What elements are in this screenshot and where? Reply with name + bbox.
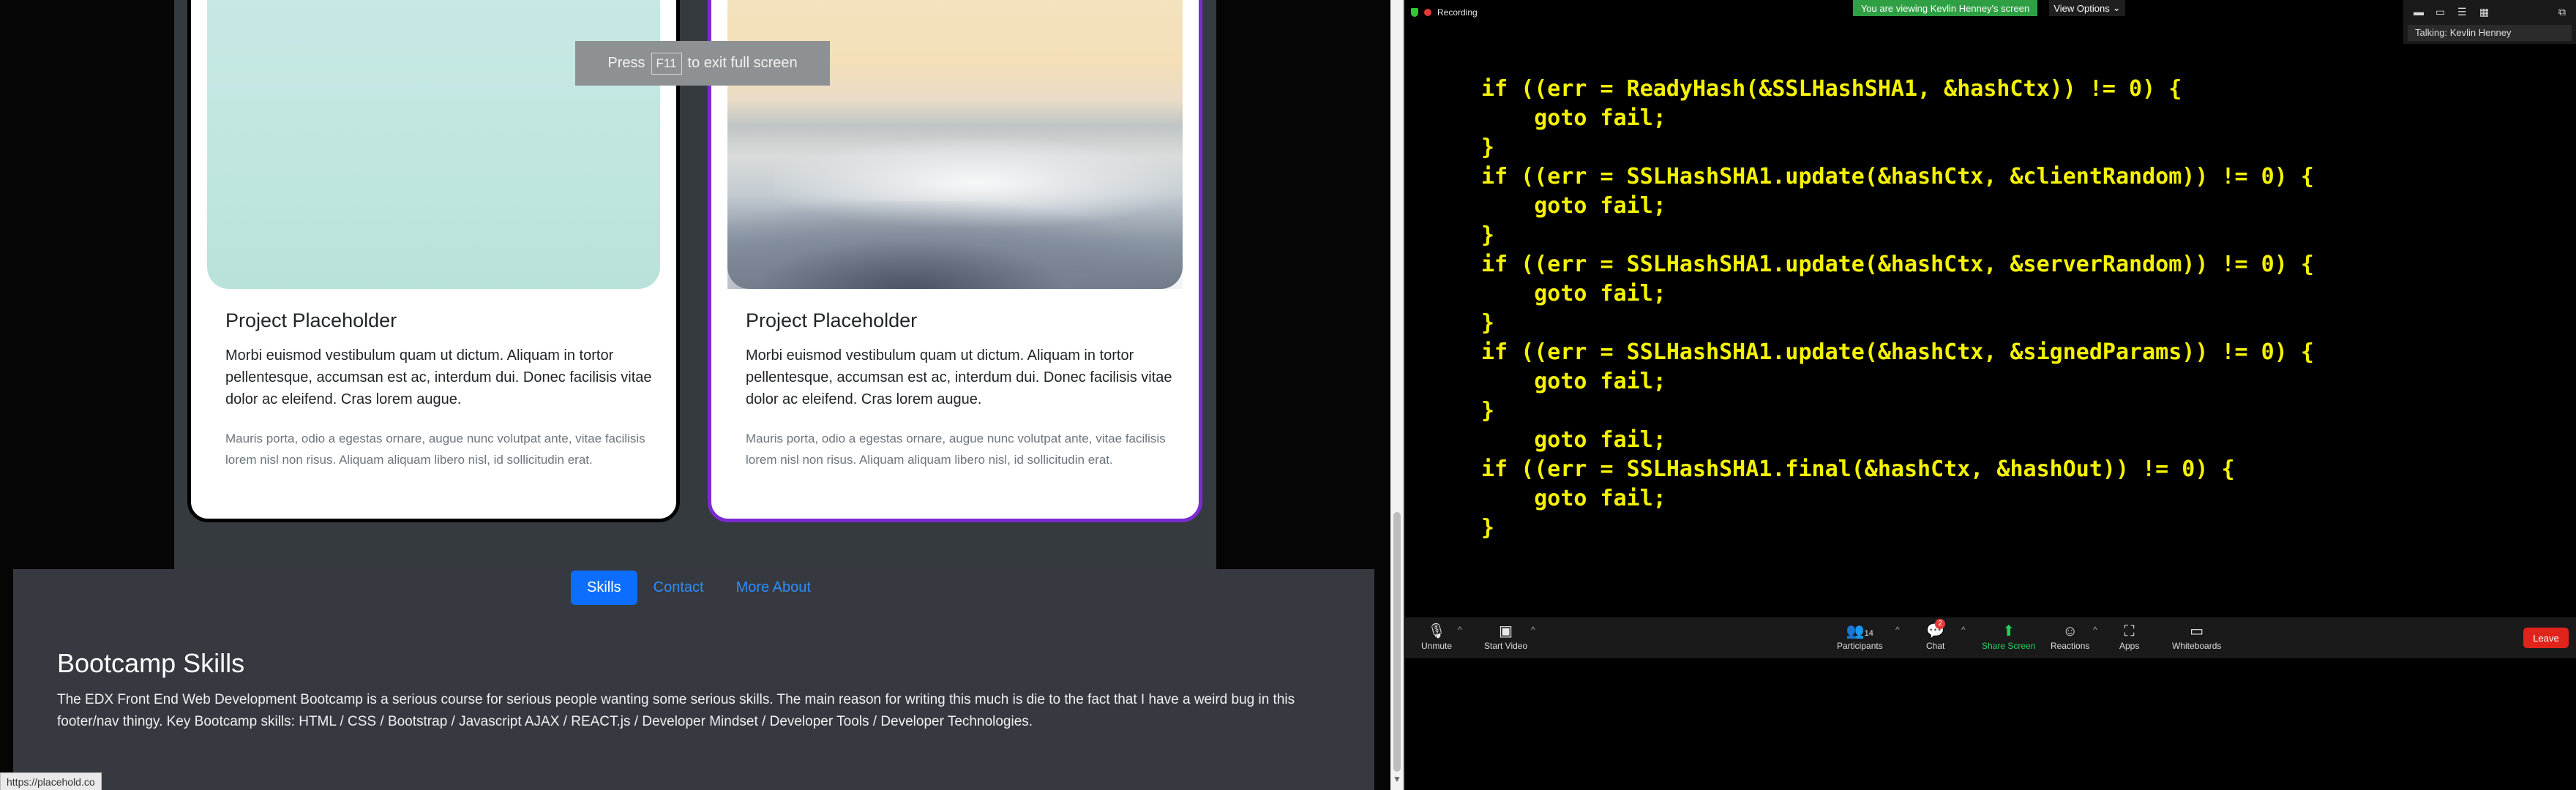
fullscreen-toast: Press F11 to exit full screen bbox=[575, 41, 830, 86]
toast-press: Press bbox=[607, 55, 645, 71]
whiteboard-icon: ▭ bbox=[2190, 623, 2204, 639]
chat-icon: 💬 2 bbox=[1926, 619, 1946, 639]
chat-button[interactable]: 💬 2 Chat bbox=[1926, 619, 1946, 651]
talking-indicator: Talking: Kevlin Henney bbox=[2408, 25, 2572, 41]
start-video-label: Start Video bbox=[1484, 641, 1528, 651]
apps-label: Apps bbox=[2119, 641, 2140, 651]
expand-icon[interactable]: ⧉ bbox=[2558, 6, 2566, 18]
ocean-wave bbox=[727, 201, 1183, 289]
muted-microphone-icon: 🎙 bbox=[1427, 623, 1446, 639]
reactions-icon: ☺ bbox=[2062, 623, 2078, 639]
f11-key: F11 bbox=[651, 52, 682, 75]
status-bar-url: https://placehold.co bbox=[0, 772, 102, 790]
toast-suffix: to exit full screen bbox=[687, 55, 798, 71]
thumbnail-view-icon[interactable]: ▭ bbox=[2435, 6, 2445, 18]
recording-indicator: Recording bbox=[1411, 7, 1478, 18]
reactions-button[interactable]: ☺ Reactions bbox=[2051, 622, 2089, 651]
project-description: Morbi euismod vestibulum quam ut dictum.… bbox=[225, 347, 652, 407]
chat-label: Chat bbox=[1926, 641, 1945, 651]
record-icon bbox=[1424, 9, 1431, 16]
audio-options-chevron-icon[interactable]: ^ bbox=[1458, 625, 1462, 635]
apps-icon: ⛶ bbox=[2124, 623, 2135, 639]
chat-badge: 2 bbox=[1935, 619, 1946, 629]
gallery-view-icon[interactable]: ▦ bbox=[2479, 6, 2489, 18]
project-title: Project Placeholder bbox=[225, 309, 397, 331]
reactions-label: Reactions bbox=[2051, 641, 2090, 651]
shared-screen-view: if ((err = ReadyHash(&SSLHashSHA1, &hash… bbox=[1439, 15, 2576, 617]
skills-description: The EDX Front End Web Development Bootca… bbox=[57, 692, 1295, 729]
start-video-button[interactable]: ▣ Start Video bbox=[1484, 622, 1527, 651]
minimize-icon[interactable]: ▬ bbox=[2414, 6, 2424, 18]
scroll-down-icon[interactable]: ▼ bbox=[1393, 774, 1401, 784]
recording-label: Recording bbox=[1437, 7, 1478, 18]
participants-icon: 👥14 bbox=[1846, 623, 1873, 639]
chat-chevron-icon[interactable]: ^ bbox=[1961, 625, 1966, 635]
participants-label: Participants bbox=[1837, 641, 1883, 651]
speaker-view-icon[interactable]: ☰ bbox=[2457, 6, 2467, 18]
project-title: Project Placeholder bbox=[746, 309, 918, 331]
site-footer: Skills Contact More About Bootcamp Skill… bbox=[13, 569, 1374, 790]
speaker-panel: ▬ ▭ ☰ ▦ ⧉ Talking: Kevlin Henney bbox=[2403, 0, 2576, 44]
nav-contact[interactable]: Contact bbox=[637, 571, 720, 605]
share-screen-label: Share Screen bbox=[1982, 641, 2036, 651]
share-screen-button[interactable]: ⬆ Share Screen bbox=[1982, 622, 2035, 651]
footer-nav: Skills Contact More About bbox=[571, 569, 827, 606]
share-banner: You are viewing Kevlin Henney's screen bbox=[1853, 0, 2037, 16]
nav-more-about[interactable]: More About bbox=[720, 571, 827, 605]
view-options-label: View Options bbox=[2053, 2, 2110, 14]
video-off-icon: ▣ bbox=[1499, 623, 1513, 639]
view-options-button[interactable]: View Options ⌄ bbox=[2049, 0, 2125, 16]
leave-button[interactable]: Leave bbox=[2523, 628, 2569, 648]
reactions-chevron-icon[interactable]: ^ bbox=[2093, 625, 2097, 635]
share-screen-icon: ⬆ bbox=[2002, 623, 2015, 639]
unmute-label: Unmute bbox=[1421, 641, 1453, 651]
unmute-button[interactable]: 🎙 Unmute bbox=[1421, 622, 1452, 651]
chevron-down-icon: ⌄ bbox=[2112, 2, 2121, 13]
whiteboards-label: Whiteboards bbox=[2172, 641, 2222, 651]
participants-chevron-icon[interactable]: ^ bbox=[1895, 625, 1900, 635]
meeting-toolbar: 🎙 Unmute ^ ▣ Start Video ^ 👥14 Participa… bbox=[1405, 617, 2576, 658]
scroll-thumb[interactable] bbox=[1393, 512, 1401, 772]
project-description: Morbi euismod vestibulum quam ut dictum.… bbox=[746, 347, 1172, 407]
shield-icon bbox=[1411, 8, 1418, 17]
nav-skills[interactable]: Skills bbox=[571, 570, 637, 605]
vertical-scrollbar[interactable]: ▼ bbox=[1390, 0, 1404, 790]
video-options-chevron-icon[interactable]: ^ bbox=[1531, 625, 1535, 635]
skills-heading: Bootcamp Skills bbox=[57, 648, 245, 678]
apps-button[interactable]: ⛶ Apps bbox=[2119, 622, 2139, 651]
participants-button[interactable]: 👥14 Participants bbox=[1837, 622, 1883, 651]
project-note: Mauris porta, odio a egestas ornare, aug… bbox=[225, 432, 645, 467]
shared-code: if ((err = ReadyHash(&SSLHashSHA1, &hash… bbox=[1481, 76, 2314, 541]
participants-count: 14 bbox=[1864, 629, 1873, 638]
browser-viewport: Project Placeholder Morbi euismod vestib… bbox=[0, 0, 1390, 790]
whiteboards-button[interactable]: ▭ Whiteboards bbox=[2172, 622, 2221, 651]
project-note: Mauris porta, odio a egestas ornare, aug… bbox=[746, 432, 1166, 467]
